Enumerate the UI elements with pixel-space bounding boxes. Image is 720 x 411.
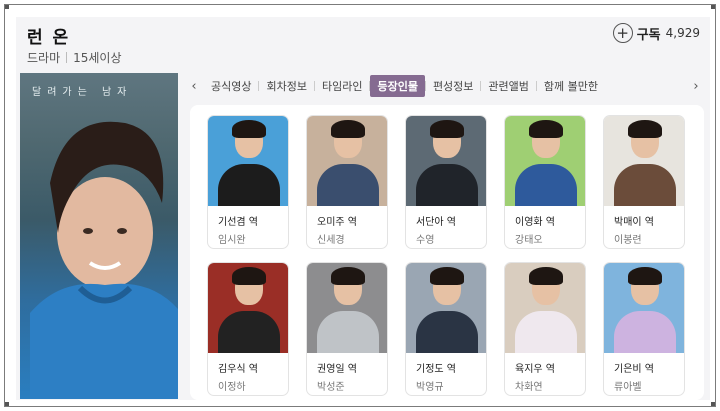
app-frame: 런 온 드라마 15세이상 + 구독 4,929 달려가는 남자 ‹ 공식영상 … (4, 4, 716, 407)
character-role: 기은비 역 (614, 364, 654, 375)
poster-title-text: 달려가는 남자 (32, 87, 133, 98)
program-meta: 드라마 15세이상 (27, 49, 122, 66)
character-role: 오미주 역 (317, 217, 357, 228)
character-role: 김우식 역 (218, 364, 258, 375)
program-title: 런 온 (27, 28, 71, 48)
chevron-left-icon[interactable]: ‹ (184, 79, 204, 94)
actor-name: 박성준 (317, 382, 345, 393)
actor-name: 강태오 (515, 235, 543, 246)
content-area: 달려가는 남자 ‹ 공식영상 회차정보 타임라인 등장인물 편성정보 관련앨범 함께 볼만한… (16, 69, 710, 400)
actor-name: 수영 (416, 235, 435, 246)
chevron-right-icon[interactable]: › (686, 79, 706, 94)
cast-photo (307, 263, 387, 353)
drama-poster[interactable]: 달려가는 남자 (20, 73, 178, 399)
cast-card[interactable]: 이영화 역강태오 (504, 115, 586, 249)
actor-name: 류아벨 (614, 382, 642, 393)
tab-item[interactable]: 타임라인 (315, 75, 369, 97)
cast-card[interactable]: 기선겸 역임시완 (207, 115, 289, 249)
plus-circle-icon: + (612, 23, 633, 43)
cast-card[interactable]: 육지우 역차화연 (504, 262, 586, 396)
cast-photo (307, 116, 387, 206)
cast-photo (604, 263, 684, 353)
cast-card[interactable]: 기정도 역박영규 (405, 262, 487, 396)
tab-item[interactable]: 공식영상 (204, 75, 258, 97)
actor-name: 이정하 (218, 382, 246, 393)
tab-list: 공식영상 회차정보 타임라인 등장인물 편성정보 관련앨범 함께 볼만한 (204, 75, 686, 97)
character-role: 육지우 역 (515, 364, 555, 375)
actor-name: 신세경 (317, 235, 345, 246)
actor-name: 이봉련 (614, 235, 642, 246)
actor-name: 차화연 (515, 382, 543, 393)
cast-photo (604, 116, 684, 206)
cast-photo (406, 116, 486, 206)
tab-item[interactable]: 함께 볼만한 (537, 75, 605, 97)
age-rating-label: 15세이상 (73, 51, 122, 65)
character-role: 권영일 역 (317, 364, 357, 375)
tab-item[interactable]: 회차정보 (259, 75, 313, 97)
cast-card[interactable]: 박매이 역이봉련 (603, 115, 685, 249)
genre-label: 드라마 (27, 51, 61, 65)
tab-bar: ‹ 공식영상 회차정보 타임라인 등장인물 편성정보 관련앨범 함께 볼만한 › (184, 73, 706, 99)
cast-photo (208, 263, 288, 353)
subscriber-count: 4,929 (665, 26, 700, 40)
character-role: 기선겸 역 (218, 217, 258, 228)
cast-panel: 기선겸 역 임시완 오미주 역 신세경 서단아 역 수영 이영화 역 강태오 박매이 역 이봉련 김… (190, 105, 704, 400)
cast-photo (505, 263, 585, 353)
meta-divider (66, 52, 68, 63)
character-role: 기정도 역 (416, 364, 456, 375)
subscribe-label: 구독 (636, 27, 661, 43)
cast-card[interactable]: 기은비 역류아벨 (603, 262, 685, 396)
cast-card[interactable]: 오미주 역신세경 (306, 115, 388, 249)
tab-item[interactable]: 편성정보 (426, 75, 480, 97)
cast-card[interactable]: 김우식 역이정하 (207, 262, 289, 396)
frame-corner (711, 5, 715, 9)
cast-card[interactable]: 권영일 역박성준 (306, 262, 388, 396)
poster-illustration (30, 121, 178, 399)
subscribe-button[interactable]: + 구독 4,929 (612, 23, 700, 43)
character-role: 이영화 역 (515, 217, 555, 228)
actor-name: 박영규 (416, 382, 444, 393)
character-role: 박매이 역 (614, 217, 654, 228)
cast-card[interactable]: 서단아 역수영 (405, 115, 487, 249)
program-header: 런 온 드라마 15세이상 + 구독 4,929 (16, 17, 710, 69)
cast-photo (505, 116, 585, 206)
frame-corner (711, 402, 715, 406)
tab-item[interactable]: 관련앨범 (481, 75, 535, 97)
frame-corner (5, 5, 9, 9)
tab-item[interactable]: 등장인물 (370, 75, 425, 97)
cast-photo (208, 116, 288, 206)
cast-photo (406, 263, 486, 353)
character-role: 서단아 역 (416, 217, 456, 228)
actor-name: 임시완 (218, 235, 246, 246)
frame-corner (5, 402, 9, 406)
